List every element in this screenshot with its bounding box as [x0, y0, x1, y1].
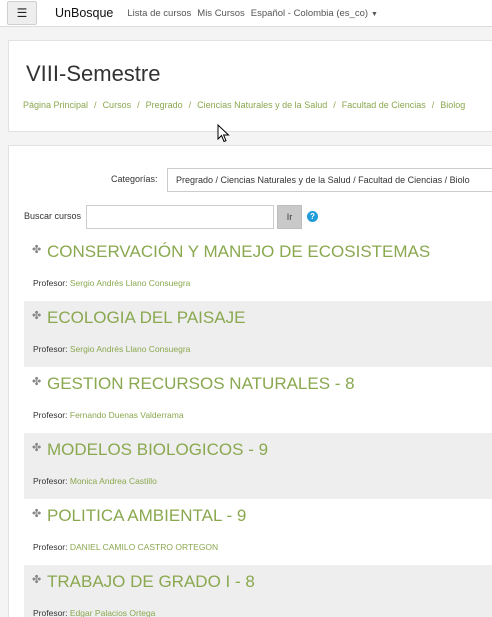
course-search: Buscar cursos Ir ? [9, 205, 492, 229]
breadcrumb: Página Principal / Cursos / Pregrado / Ciencia… [23, 100, 466, 110]
course-teacher: Profesor: Edgar Palacios Ortega [33, 608, 156, 617]
course-teacher: Profesor: Monica Andrea Castillo [33, 476, 157, 486]
course-icon: ✤ [32, 376, 42, 388]
breadcrumb-item[interactable]: Biolog [440, 100, 465, 110]
course-item: ✤ ECOLOGIA DEL PAISAJE Profesor: Sergio … [24, 301, 492, 367]
course-icon: ✤ [32, 508, 42, 520]
teacher-link[interactable]: Fernando Duenas Valderrama [70, 410, 184, 420]
language-label: Español - Colombia ‎(es_co)‎ [250, 7, 369, 19]
page-header: VIII-Semestre Página Principal / Cursos / Pr… [8, 40, 492, 132]
course-icon: ✤ [32, 310, 42, 322]
top-navbar: ☰ UnBosque Lista de cursos Mis Cursos Es… [0, 0, 492, 27]
teacher-link[interactable]: DANIEL CAMILO CASTRO ORTEGON [70, 542, 218, 552]
search-button[interactable]: Ir [277, 205, 302, 229]
course-icon: ✤ [32, 442, 42, 454]
breadcrumb-item[interactable]: Pregrado [146, 100, 183, 110]
breadcrumb-item[interactable]: Página Principal [23, 100, 88, 110]
nav-link-my-courses[interactable]: Mis Cursos [197, 8, 245, 19]
category-label: Categorías: [111, 174, 158, 184]
teacher-link[interactable]: Monica Andrea Castillo [70, 476, 157, 486]
breadcrumb-item[interactable]: Cursos [103, 100, 132, 110]
course-teacher: Profesor: Sergio Andrés Llano Consuegra [33, 344, 191, 354]
course-item: ✤ TRABAJO DE GRADO I - 8 Profesor: Edgar… [24, 565, 492, 617]
course-teacher: Profesor: Sergio Andrés Llano Consuegra [33, 278, 191, 288]
hamburger-icon[interactable]: ☰ [7, 1, 37, 25]
caret-down-icon: ▼ [371, 10, 378, 18]
course-item: ✤ GESTION RECURSOS NATURALES - 8 Profeso… [24, 367, 492, 433]
language-menu[interactable]: Español - Colombia ‎(es_co)‎ ▼ [251, 8, 378, 19]
course-link[interactable]: CONSERVACIÓN Y MANEJO DE ECOSISTEMAS [47, 242, 430, 262]
course-icon: ✤ [32, 574, 42, 586]
help-icon[interactable]: ? [307, 211, 318, 222]
course-link[interactable]: POLITICA AMBIENTAL - 9 [47, 506, 246, 526]
mouse-cursor-icon [217, 124, 230, 143]
breadcrumb-item[interactable]: Ciencias Naturales y de la Salud [197, 100, 327, 110]
course-item: ✤ POLITICA AMBIENTAL - 9 Profesor: DANIE… [24, 499, 492, 565]
course-item: ✤ CONSERVACIÓN Y MANEJO DE ECOSISTEMAS P… [24, 235, 492, 301]
teacher-link[interactable]: Edgar Palacios Ortega [70, 608, 156, 617]
course-teacher: Profesor: Fernando Duenas Valderrama [33, 410, 184, 420]
category-filter: Categorías: Pregrado / Ciencias Naturale… [9, 168, 492, 192]
course-teacher: Profesor: DANIEL CAMILO CASTRO ORTEGON [33, 542, 219, 552]
course-link[interactable]: TRABAJO DE GRADO I - 8 [47, 572, 255, 592]
search-label: Buscar cursos [24, 211, 82, 221]
nav-link-course-list[interactable]: Lista de cursos [127, 8, 191, 19]
course-icon: ✤ [32, 244, 42, 256]
breadcrumb-item[interactable]: Facultad de Ciencias [342, 100, 426, 110]
search-input[interactable] [86, 205, 274, 229]
course-link[interactable]: ECOLOGIA DEL PAISAJE [47, 308, 245, 328]
course-item: ✤ MODELOS BIOLOGICOS - 9 Profesor: Monic… [24, 433, 492, 499]
course-listing: Categorías: Pregrado / Ciencias Naturale… [8, 145, 492, 617]
course-link[interactable]: MODELOS BIOLOGICOS - 9 [47, 440, 268, 460]
page-title: VIII-Semestre [26, 61, 161, 86]
course-link[interactable]: GESTION RECURSOS NATURALES - 8 [47, 374, 355, 394]
teacher-link[interactable]: Sergio Andrés Llano Consuegra [70, 344, 191, 354]
category-select[interactable]: Pregrado / Ciencias Naturales y de la Sa… [167, 168, 492, 192]
teacher-link[interactable]: Sergio Andrés Llano Consuegra [70, 278, 191, 288]
site-brand[interactable]: UnBosque [55, 6, 113, 20]
